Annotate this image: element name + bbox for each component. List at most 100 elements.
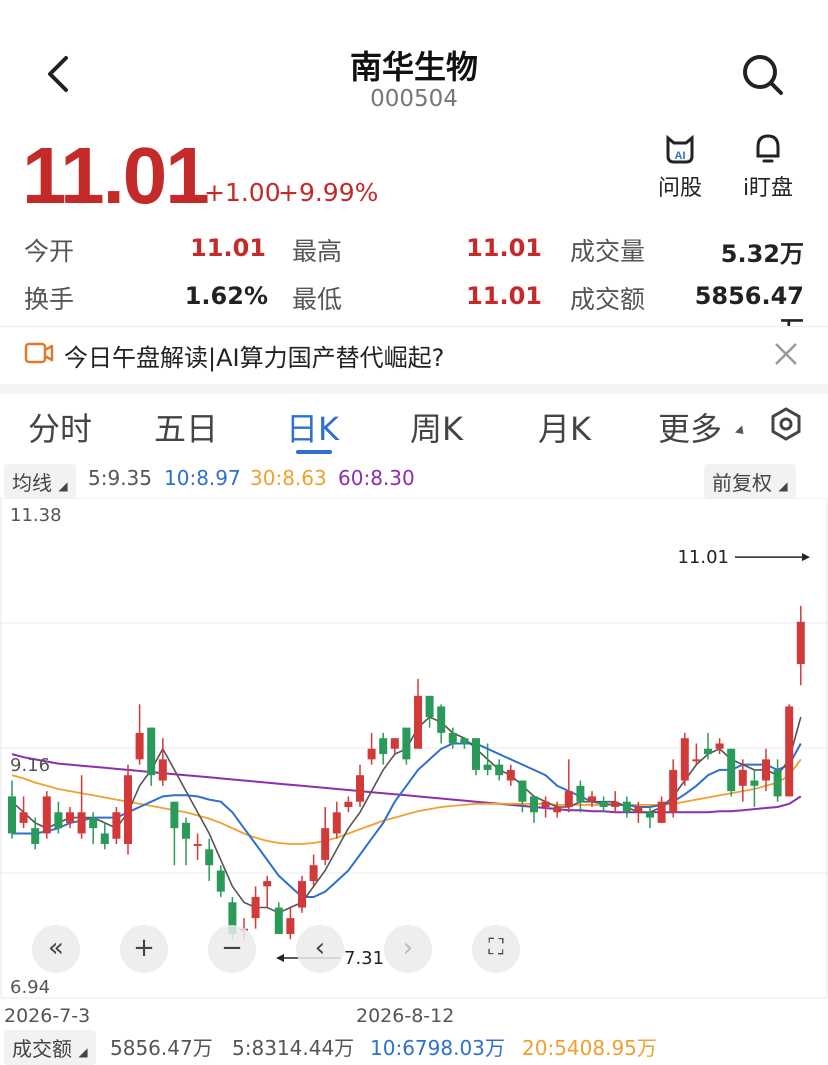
x-tick-label: 2026-8-12 xyxy=(356,1005,454,1027)
low-label: 最低 xyxy=(292,285,343,314)
ask-stock-button[interactable]: AI 问股 xyxy=(645,132,715,202)
close-icon xyxy=(775,343,797,365)
tab-five-day[interactable]: 五日 xyxy=(154,404,218,450)
tab-weekly-k[interactable]: 周K xyxy=(410,404,463,450)
candle-body xyxy=(704,748,712,755)
amount-ma5: 5:8314.44万 xyxy=(232,1036,355,1060)
tab-more[interactable]: 更多 xyxy=(658,404,722,450)
amount-ma20: 20:5408.95万 xyxy=(522,1036,657,1060)
candle-body xyxy=(158,759,167,781)
candle-body xyxy=(472,738,480,770)
page-title: 南华生物 xyxy=(349,48,478,86)
candle-body xyxy=(251,896,260,919)
candle-body xyxy=(379,738,388,755)
candle-body xyxy=(553,806,562,813)
bell-icon xyxy=(756,134,780,163)
low-marker-arrowhead xyxy=(276,954,284,962)
amount-ma10: 10:6798.03万 xyxy=(370,1036,505,1060)
watch-label: i盯盘 xyxy=(742,176,794,201)
candle-body xyxy=(309,865,318,882)
tab-daily-k[interactable]: 日K xyxy=(286,404,339,450)
chevron-left-icon: ‹ xyxy=(314,933,326,963)
y-tick-label: 9.16 xyxy=(10,755,50,776)
fullscreen-button[interactable]: ⛶ xyxy=(472,925,520,973)
zoom-out-button[interactable]: − xyxy=(208,925,256,973)
candle-body xyxy=(785,706,794,797)
ask-stock-label: 问股 xyxy=(657,176,702,201)
ma30-value: 30:8.63 xyxy=(250,466,327,490)
minus-icon: − xyxy=(221,933,243,963)
video-icon xyxy=(24,340,54,370)
open-value: 11.01 xyxy=(190,234,266,262)
scroll-left-button[interactable]: ‹ xyxy=(296,925,344,973)
candle-body xyxy=(332,812,341,834)
candle-body xyxy=(286,918,295,935)
candle-body xyxy=(367,748,376,760)
tab-intraday[interactable]: 分时 xyxy=(28,404,92,450)
x-tick-label: 2026-7-3 xyxy=(4,1005,90,1027)
ma10-value: 10:8.97 xyxy=(164,466,241,490)
search-button[interactable] xyxy=(740,52,786,98)
candle-body xyxy=(216,870,225,892)
candle-body xyxy=(54,812,63,829)
candle-body xyxy=(680,738,689,781)
turnover-label: 换手 xyxy=(24,285,75,314)
price-change: +1.00 xyxy=(204,178,281,207)
high-label: 最高 xyxy=(292,237,343,266)
candle-body xyxy=(727,748,736,792)
zoom-in-button[interactable]: + xyxy=(120,925,168,973)
candle-body xyxy=(89,817,98,829)
scroll-right-button[interactable]: › xyxy=(384,925,432,973)
high-marker-arrowhead xyxy=(802,553,810,562)
plus-icon: + xyxy=(133,933,155,963)
candle-body xyxy=(738,769,747,786)
candle-body xyxy=(19,812,28,823)
chart-settings-button[interactable] xyxy=(768,406,804,446)
amount-today: 5856.47万 xyxy=(110,1036,213,1060)
close-banner-button[interactable] xyxy=(772,340,800,372)
candle-body xyxy=(622,801,631,813)
candle-body xyxy=(460,738,469,744)
candle-body xyxy=(715,743,724,749)
candle-body xyxy=(669,769,678,813)
tab-monthly-k[interactable]: 月K xyxy=(538,404,591,450)
candle-body xyxy=(518,780,527,802)
candle-body xyxy=(356,775,364,802)
candle-body xyxy=(77,812,86,834)
active-tab-underline xyxy=(296,450,332,454)
price-change-pct: +9.99% xyxy=(278,178,379,207)
candle-body xyxy=(100,833,109,845)
candle-body xyxy=(124,775,132,845)
candle-body xyxy=(170,801,179,829)
ma-selector[interactable]: 均线 ◢ xyxy=(4,464,76,499)
candle-body xyxy=(576,785,585,802)
candle-body xyxy=(692,759,701,762)
candle-body xyxy=(437,706,446,733)
candle-body xyxy=(182,822,190,839)
watch-button[interactable]: i盯盘 xyxy=(733,132,803,202)
zoom-out-far-button[interactable]: « xyxy=(32,925,80,973)
candle-body xyxy=(298,881,306,908)
candle-body xyxy=(750,780,759,786)
chevron-right-icon: › xyxy=(402,933,414,963)
candle-body xyxy=(390,738,399,749)
candle-body xyxy=(796,621,805,665)
candle-body xyxy=(344,801,353,807)
candle-body xyxy=(564,791,573,807)
adjust-selector[interactable]: 前复权 ◢ xyxy=(704,464,796,499)
y-tick-label: 11.38 xyxy=(10,505,62,526)
turnover-value: 1.62% xyxy=(184,282,268,310)
candle-body xyxy=(147,727,156,776)
candle-body xyxy=(448,732,457,744)
more-dropdown-icon xyxy=(734,425,748,438)
volume-label: 成交量 xyxy=(570,237,646,266)
candle-body xyxy=(263,881,272,887)
candle-body xyxy=(646,812,654,818)
open-label: 今开 xyxy=(24,237,75,266)
candle-body xyxy=(425,695,434,718)
banner-text[interactable]: 今日午盘解读|AI算力国产替代崛起? xyxy=(64,338,444,373)
indicator-selector[interactable]: 成交额 ◢ xyxy=(4,1030,96,1065)
candle-body xyxy=(599,801,608,807)
low-marker-label: 7.31 xyxy=(344,948,384,969)
candle-body xyxy=(506,769,515,781)
